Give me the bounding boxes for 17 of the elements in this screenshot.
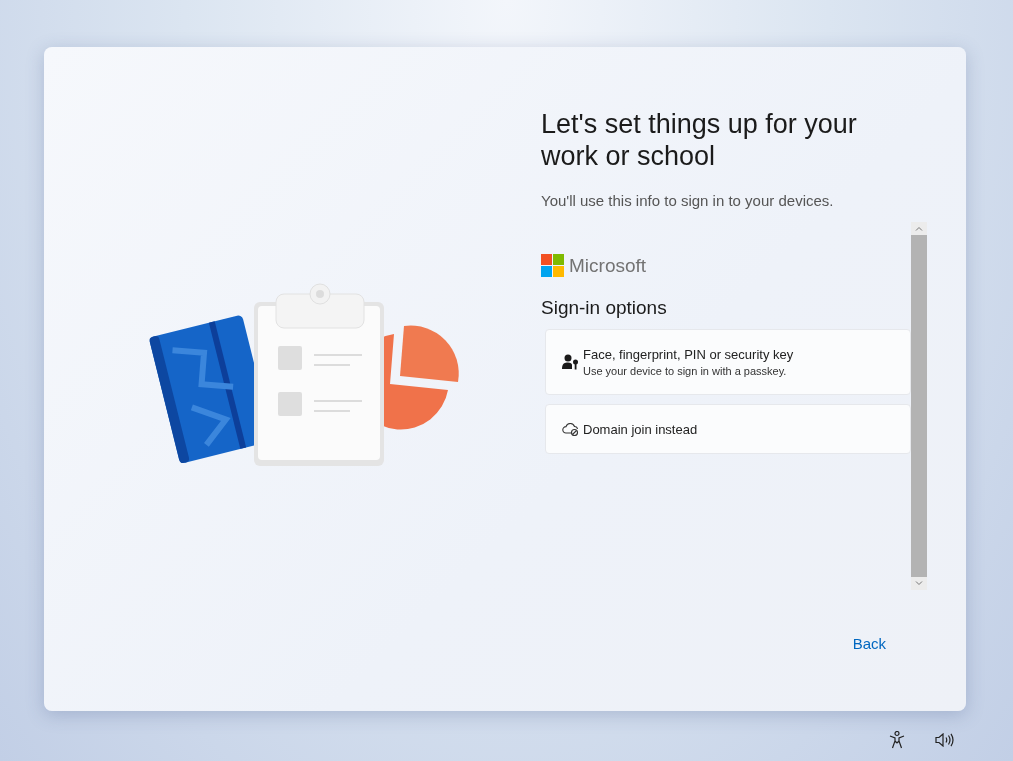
sign-in-option[interactable]: Face, fingerprint, PIN or security key Use your device to sign in with a passkey.: [545, 329, 911, 395]
accessibility-icon[interactable]: [889, 731, 905, 749]
page-subtitle: You'll use this info to sign in to your devices.: [541, 192, 835, 209]
option-title: Face, fingerprint, PIN or security key: [583, 347, 794, 362]
section-heading: Sign-in options: [541, 297, 668, 319]
speaker-icon[interactable]: [935, 733, 955, 747]
scroll-up-icon[interactable]: [915, 226, 923, 231]
brand-name: Microsoft: [569, 254, 647, 277]
four-squares-logo-icon: [541, 254, 564, 277]
option-description: Use your device to sign in with a passkey.: [583, 365, 788, 377]
person-key-icon: [562, 354, 579, 370]
sign-in-option[interactable]: Domain join instead: [545, 404, 911, 454]
page-title: Let's set things up for your work or school: [541, 108, 858, 172]
cloud-icon: [562, 422, 579, 436]
scroll-down-icon[interactable]: [915, 581, 923, 586]
option-title: Domain join instead: [583, 421, 698, 437]
back-button[interactable]: Back: [848, 633, 890, 654]
